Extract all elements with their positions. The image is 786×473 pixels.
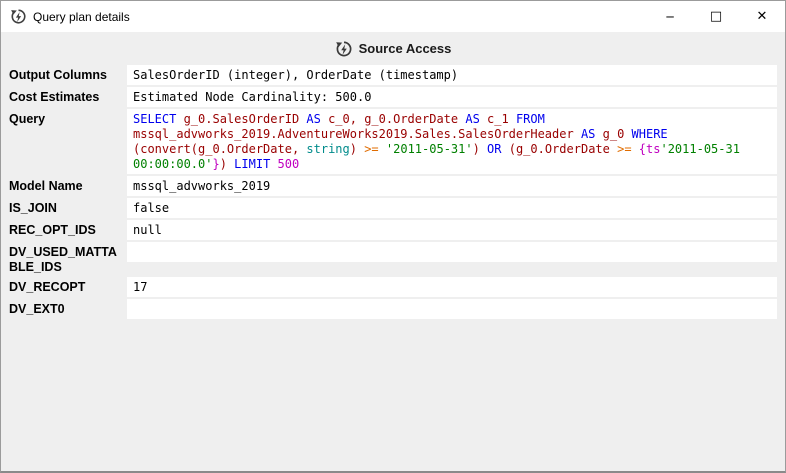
- property-label: Model Name: [1, 176, 127, 194]
- property-value-field[interactable]: [127, 299, 777, 319]
- maximize-icon: □: [710, 9, 722, 24]
- close-icon: ✕: [757, 9, 768, 24]
- property-label: Output Columns: [1, 65, 127, 83]
- property-value-field[interactable]: 17: [127, 277, 777, 297]
- property-row: Cost Estimates Estimated Node Cardinalit…: [1, 87, 777, 107]
- property-value-field[interactable]: [127, 242, 777, 262]
- maximize-button[interactable]: □: [693, 1, 739, 32]
- source-access-title: Source Access: [359, 41, 452, 56]
- property-label: Query: [1, 109, 127, 127]
- query-code-line: (convert(g_0.OrderDate, string) >= '2011…: [133, 142, 771, 157]
- query-plan-icon: [10, 8, 27, 25]
- source-access-header: Source Access: [1, 32, 785, 65]
- query-code-line: SELECT g_0.SalesOrderID AS c_0, g_0.Orde…: [133, 112, 771, 127]
- property-label: IS_JOIN: [1, 198, 127, 216]
- properties-table: Output Columns SalesOrderID (integer), O…: [1, 65, 785, 471]
- minimize-button[interactable]: ─: [647, 1, 693, 32]
- property-row: DV_EXT0: [1, 299, 777, 319]
- property-row: Query SELECT g_0.SalesOrderID AS c_0, g_…: [1, 109, 777, 174]
- query-plan-details-window: Query plan details ─ □ ✕ Source Access O…: [0, 0, 786, 473]
- source-access-icon: [335, 40, 353, 58]
- query-code-line: 00:00:00.0'}) LIMIT 500: [133, 157, 771, 172]
- property-row: REC_OPT_IDS null: [1, 220, 777, 240]
- property-label: Cost Estimates: [1, 87, 127, 105]
- minimize-icon: ─: [666, 10, 673, 24]
- property-row: Model Name mssql_advworks_2019: [1, 176, 777, 196]
- property-row: IS_JOIN false: [1, 198, 777, 218]
- property-value-field[interactable]: SalesOrderID (integer), OrderDate (times…: [127, 65, 777, 85]
- property-label: DV_RECOPT: [1, 277, 127, 295]
- query-code-line: mssql_advworks_2019.AdventureWorks2019.S…: [133, 127, 771, 142]
- property-label: DV_EXT0: [1, 299, 127, 317]
- close-button[interactable]: ✕: [739, 1, 785, 32]
- property-value-field[interactable]: mssql_advworks_2019: [127, 176, 777, 196]
- property-row: DV_USED_MATTABLE_IDS: [1, 242, 777, 275]
- titlebar[interactable]: Query plan details ─ □ ✕: [1, 1, 785, 32]
- property-value-field[interactable]: Estimated Node Cardinality: 500.0: [127, 87, 777, 107]
- property-label: REC_OPT_IDS: [1, 220, 127, 238]
- property-value-field[interactable]: SELECT g_0.SalesOrderID AS c_0, g_0.Orde…: [127, 109, 777, 174]
- property-value-field[interactable]: null: [127, 220, 777, 240]
- property-value-field[interactable]: false: [127, 198, 777, 218]
- property-row: DV_RECOPT 17: [1, 277, 777, 297]
- property-row: Output Columns SalesOrderID (integer), O…: [1, 65, 777, 85]
- window-title: Query plan details: [33, 10, 130, 24]
- property-label: DV_USED_MATTABLE_IDS: [1, 242, 127, 275]
